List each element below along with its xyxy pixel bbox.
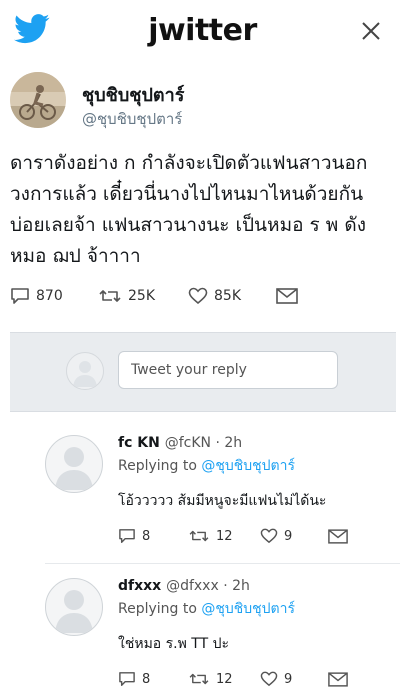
like-count: 85K [214,288,241,304]
reply-text: โอ้ววววว ส้มมีหนูจะมีแฟนไม่ได้นะ [118,493,327,509]
reply-button[interactable]: 870 [10,285,63,307]
reply-icon [119,672,135,686]
reply-author-name: fc KN [118,435,160,451]
reply-avatar[interactable] [45,435,103,493]
current-user-avatar [66,352,104,390]
reply-avatar[interactable] [45,578,103,636]
app-title: jwitter [148,13,257,48]
reply-author-name: dfxxx [118,578,162,594]
reply-meta: @dfxxx · 2h [166,578,250,594]
mail-icon [328,528,348,544]
replying-to-link[interactable]: @ชุบชิบชุปตาร์ [201,458,295,474]
reply-button[interactable]: 8 [118,525,150,547]
heart-icon [260,528,278,544]
message-button[interactable] [328,525,348,547]
reply-count: 8 [142,528,151,544]
like-count: 9 [284,528,293,544]
reply-author[interactable]: dfxxx @dfxxx · 2h [118,578,250,594]
tweet-text: ดาราดังอย่าง ก กำลังจะเปิดตัวแฟนสาวนอก ว… [10,152,368,267]
author-avatar[interactable] [10,72,66,128]
reply-icon [11,288,29,304]
default-avatar-icon [73,361,97,387]
message-button[interactable] [276,285,298,307]
reply-compose [10,332,396,412]
message-button[interactable] [328,668,348,690]
mail-icon [276,288,298,304]
like-button[interactable]: 9 [260,525,292,547]
reply-input[interactable] [118,351,338,389]
replying-to-label: Replying to [118,458,197,474]
heart-icon [260,671,278,687]
reply-divider [45,563,400,564]
retweet-icon [189,530,209,542]
like-button[interactable]: 9 [260,668,292,690]
retweet-button[interactable]: 12 [188,668,233,690]
reply-count: 870 [36,288,63,304]
replying-to: Replying to @ชุบชิบชุปตาร์ [118,598,295,620]
reply-icon [119,529,135,543]
retweet-icon [189,673,209,685]
like-button[interactable]: 85K [188,285,241,307]
reply-actions: 8 12 9 [118,525,398,547]
default-avatar-icon [55,447,93,490]
author-name[interactable]: ชุบชิบชุปตาร์ [82,80,184,109]
replying-to: Replying to @ชุบชิบชุปตาร์ [118,455,295,477]
reply-meta: @fcKN · 2h [164,435,243,451]
retweet-count: 25K [128,288,155,304]
tweet-actions: 870 25K 85K [10,285,390,309]
heart-icon [188,287,208,305]
replying-to-link[interactable]: @ชุบชิบชุปตาร์ [201,601,295,617]
avatar-photo [10,72,66,128]
like-count: 9 [284,671,293,687]
reply-button[interactable]: 8 [118,668,150,690]
reply-text: ใช่หมอ ร.พ TT ปะ [118,636,230,652]
author-handle[interactable]: @ชุบชิบชุปตาร์ [82,107,182,131]
reply-actions: 8 12 9 [118,668,398,690]
reply-author[interactable]: fc KN @fcKN · 2h [118,435,242,451]
close-icon[interactable] [361,21,381,41]
retweet-count: 12 [216,528,233,544]
replying-to-label: Replying to [118,601,197,617]
retweet-button[interactable]: 25K [98,285,155,307]
retweet-button[interactable]: 12 [188,525,233,547]
top-bar: jwitter [0,0,405,62]
reply-count: 8 [142,671,151,687]
mail-icon [328,671,348,687]
retweet-icon [99,290,121,302]
retweet-count: 12 [216,671,233,687]
default-avatar-icon [55,590,93,633]
